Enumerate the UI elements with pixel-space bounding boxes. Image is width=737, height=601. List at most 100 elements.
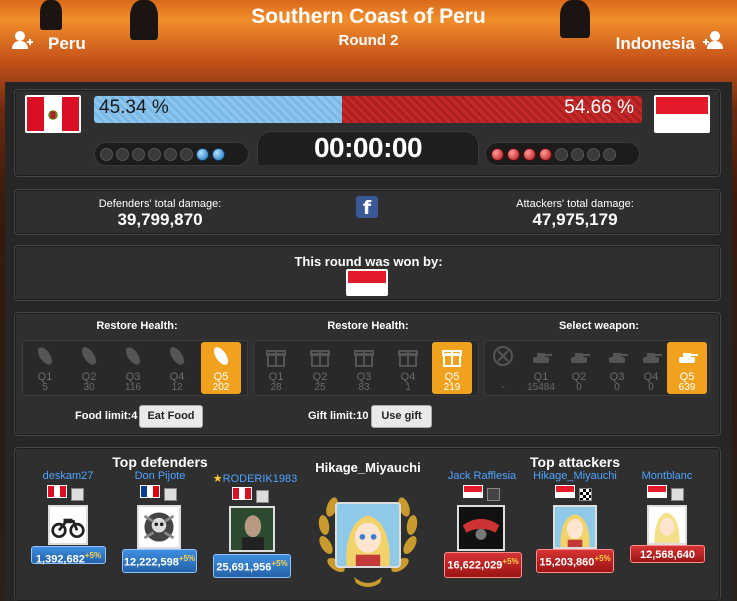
portrait-icon (231, 508, 273, 550)
indonesia-flag-icon (647, 485, 667, 498)
defender-percent: 45.34 % (99, 97, 169, 118)
star-icon: ★ (212, 473, 223, 485)
food-slot-q1[interactable]: Q1 5 (25, 342, 65, 394)
attacker-flag (654, 95, 710, 133)
gift-slot-q4[interactable]: Q4 1 (388, 342, 428, 394)
gift-icon (266, 350, 286, 367)
user-icon (12, 31, 33, 49)
gift-icon (398, 350, 418, 367)
defender-3-name[interactable]: ★RODERIK1983 (200, 472, 310, 485)
round-dot (116, 147, 129, 161)
defender-3-avatar[interactable] (229, 506, 275, 552)
round-dot (100, 147, 113, 161)
gift-slot-q1[interactable]: Q1 28 (256, 342, 296, 394)
tank-icon (533, 353, 552, 363)
won-by-label: This round was won by: (294, 254, 443, 269)
use-gift-button[interactable]: Use gift (371, 405, 432, 428)
food-section-title: Restore Health: (96, 320, 178, 332)
round-dot (587, 147, 600, 161)
round-dot-won (212, 147, 225, 161)
round-dot (603, 147, 616, 161)
food-limit: Food limit:4 (75, 410, 138, 422)
bread-icon (213, 347, 229, 365)
attacker-damage-value: 47,975,179 (532, 210, 618, 229)
military-unit-icon (579, 488, 592, 501)
attacker-3-damage: 12,568,640 (630, 545, 705, 563)
round-timer: 00:00:00 (313, 132, 423, 163)
attacker-3-avatar[interactable] (647, 505, 687, 545)
gift-slot-q3[interactable]: Q3 83 (344, 342, 384, 394)
defender-round-dots (94, 142, 249, 166)
bread-icon (81, 347, 97, 365)
attacker-name[interactable]: Indonesia (616, 34, 695, 54)
france-flag-icon (140, 485, 160, 498)
battle-hero-name[interactable]: Hikage_Miyauchi (295, 460, 441, 475)
attacker-1-avatar[interactable] (457, 505, 505, 551)
attacker-1-name[interactable]: Jack Rafflesia (442, 470, 522, 482)
peru-flag-icon (232, 487, 252, 500)
defender-flag (25, 95, 81, 133)
defender-1-name[interactable]: deskam27 (28, 470, 108, 482)
facebook-share-button[interactable]: f (356, 196, 378, 219)
defender-1-damage: 1,392,682+5% (31, 546, 106, 566)
gift-icon (442, 350, 462, 367)
defender-name[interactable]: Peru (48, 34, 86, 54)
military-unit-icon (487, 488, 500, 501)
attacker-percent: 54.66 % (564, 97, 634, 118)
bread-icon (125, 347, 141, 365)
gift-icon (354, 350, 374, 367)
round-dot (555, 147, 568, 161)
round-dot (180, 147, 193, 161)
round-dot-won (196, 147, 209, 161)
attacker-3-name[interactable]: Montblanc (627, 470, 707, 482)
weapon-slots: - Q1 15484 Q2 0 Q3 0 Q4 0 Q5 639 (484, 340, 710, 396)
battle-title: Southern Coast of Peru (251, 5, 486, 28)
anime-portrait-icon (649, 507, 685, 543)
military-unit-icon (671, 488, 684, 501)
defender-damage-value: 39,799,870 (117, 210, 203, 229)
winner-flag (346, 269, 388, 296)
motorcycle-icon (51, 518, 85, 539)
no-weapon-icon (493, 346, 513, 366)
defender-1-avatar[interactable] (48, 505, 88, 545)
weapon-slot-none[interactable]: - (485, 342, 521, 394)
military-unit-icon (256, 490, 269, 503)
weapon-section-title: Select weapon: (558, 320, 640, 332)
user-icon (703, 31, 723, 49)
attacker-2-avatar[interactable] (553, 505, 597, 549)
defender-2-name[interactable]: Don Pijote (120, 470, 200, 482)
attacker-1-damage: 16,622,029+5% (444, 552, 522, 578)
tank-icon (679, 353, 698, 363)
round-dot (164, 147, 177, 161)
weapon-slot-q5[interactable]: Q5 639 (667, 342, 707, 394)
defender-3-damage: 25,691,956+5% (213, 554, 291, 578)
skull-emblem-icon (143, 512, 175, 542)
round-dot-won (491, 147, 504, 161)
round-dot (571, 147, 584, 161)
food-slots: Q1 5 Q2 30 Q3 116 Q4 12 Q5 202 (22, 340, 248, 396)
food-slot-q4[interactable]: Q4 12 (157, 342, 197, 394)
tank-icon (571, 353, 590, 363)
anime-portrait-icon (337, 504, 399, 566)
round-dot (148, 147, 161, 161)
food-slot-q5[interactable]: Q5 202 (201, 342, 241, 394)
attacker-2-name[interactable]: Hikage_Miyauchi (530, 470, 620, 482)
bread-icon (169, 347, 185, 365)
food-slot-q2[interactable]: Q2 30 (69, 342, 109, 394)
gift-slot-q5[interactable]: Q5 219 (432, 342, 472, 394)
defender-2-damage: 12,222,598+5% (122, 549, 197, 573)
hero-avatar[interactable] (335, 502, 401, 568)
weapon-slot-q4[interactable]: Q4 0 (631, 342, 671, 394)
tank-icon (609, 353, 628, 363)
tank-icon (643, 353, 662, 363)
weapon-slot-q2[interactable]: Q2 0 (559, 342, 599, 394)
gift-slot-q2[interactable]: Q2 25 (300, 342, 340, 394)
bread-icon (37, 347, 53, 365)
attacker-round-dots (485, 142, 640, 166)
defender-2-avatar[interactable] (137, 505, 181, 549)
round-dot-won (507, 147, 520, 161)
weapon-slot-q1[interactable]: Q1 15484 (521, 342, 561, 394)
food-slot-q3[interactable]: Q3 116 (113, 342, 153, 394)
gift-slots: Q1 28 Q2 25 Q3 83 Q4 1 Q5 219 (253, 340, 479, 396)
eat-food-button[interactable]: Eat Food (139, 405, 203, 428)
